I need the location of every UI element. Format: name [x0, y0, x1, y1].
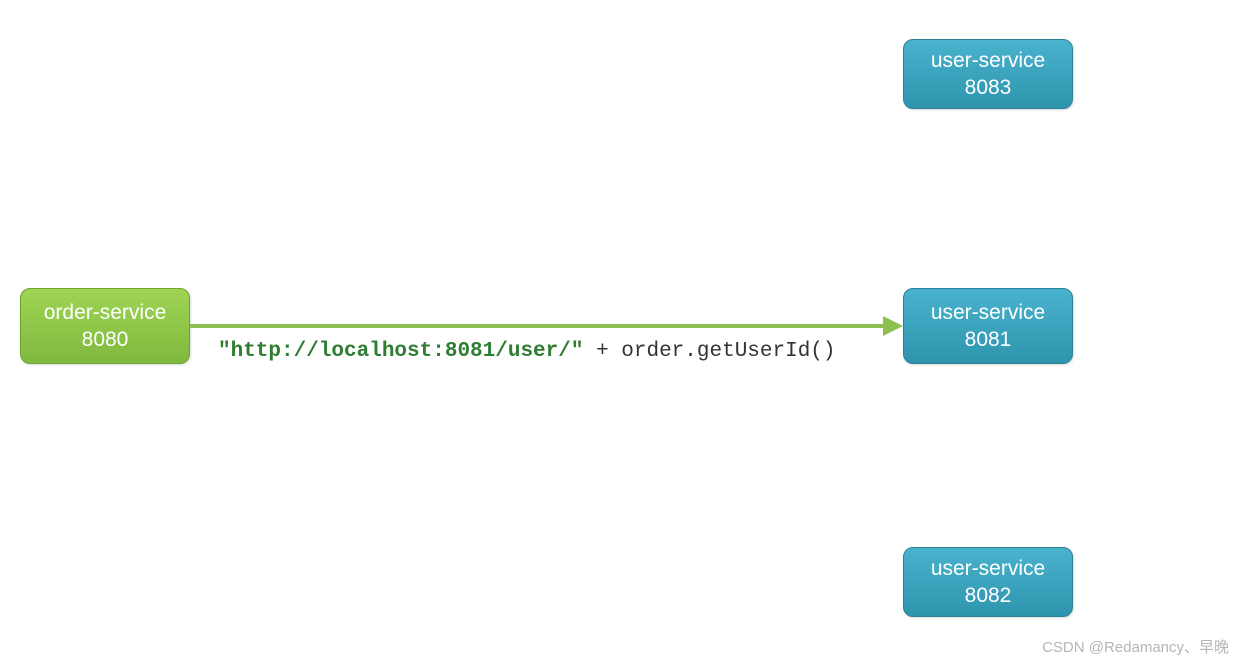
order-service-port: 8080	[82, 326, 129, 353]
user-service-8082-name: user-service	[931, 555, 1045, 582]
user-service-8083-node: user-service 8083	[903, 39, 1073, 109]
order-service-name: order-service	[44, 299, 167, 326]
user-service-8083-port: 8083	[965, 74, 1012, 101]
user-service-8081-node: user-service 8081	[903, 288, 1073, 364]
user-service-8082-port: 8082	[965, 582, 1012, 609]
order-service-node: order-service 8080	[20, 288, 190, 364]
arrow-head-icon	[883, 316, 903, 336]
user-service-8081-port: 8081	[965, 326, 1012, 353]
request-arrow	[190, 322, 903, 330]
request-url-string: "http://localhost:8081/user/"	[218, 340, 583, 363]
request-url-label: "http://localhost:8081/user/" + order.ge…	[218, 340, 836, 363]
request-url-concat: + order.getUserId()	[583, 340, 835, 363]
user-service-8082-node: user-service 8082	[903, 547, 1073, 617]
user-service-8083-name: user-service	[931, 47, 1045, 74]
arrow-shaft	[190, 324, 886, 328]
user-service-8081-name: user-service	[931, 299, 1045, 326]
watermark: CSDN @Redamancy、早晚	[1042, 636, 1229, 657]
